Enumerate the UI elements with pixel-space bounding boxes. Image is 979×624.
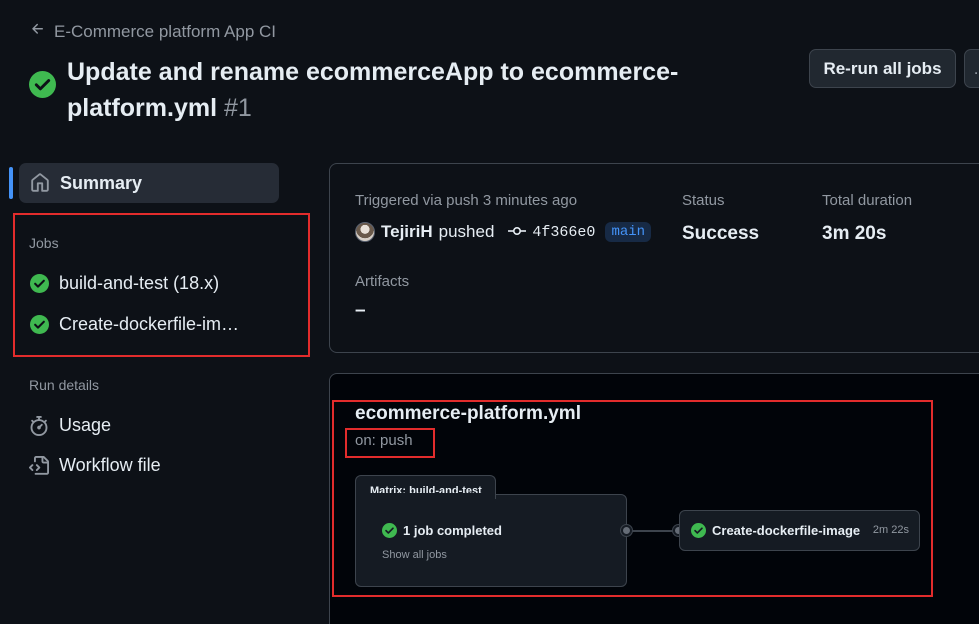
artifacts-label: Artifacts	[355, 273, 410, 290]
artifacts-value: –	[355, 300, 366, 321]
file-code-icon	[29, 455, 49, 476]
actor-row: TejiriH pushed 4f366e0 main	[355, 222, 652, 242]
commit-sha-link[interactable]: 4f366e0	[532, 224, 595, 241]
git-commit-icon	[508, 224, 527, 241]
rerun-all-jobs-button[interactable]: Re-run all jobs	[809, 49, 956, 88]
annotation-box-jobs	[13, 213, 310, 357]
arrow-left-icon	[30, 21, 46, 42]
back-link[interactable]: E-Commerce platform App CI	[30, 21, 276, 42]
run-details-heading: Run details	[29, 377, 100, 393]
active-indicator	[9, 167, 13, 199]
sidebar-item-label: Workflow file	[59, 455, 161, 475]
back-link-label: E-Commerce platform App CI	[54, 21, 277, 41]
actor-link[interactable]: TejiriH	[381, 222, 433, 242]
home-icon	[31, 173, 49, 192]
status-value: Success	[682, 223, 760, 244]
run-title: Update and rename ecommerceApp to ecomme…	[67, 58, 679, 122]
sidebar-item-workflow-file[interactable]: Workflow file	[29, 455, 161, 476]
duration-label: Total duration	[822, 192, 913, 209]
duration-value: 3m 20s	[822, 223, 887, 244]
annotation-box-trigger	[345, 428, 435, 458]
status-label: Status	[682, 192, 725, 209]
action-text: pushed	[438, 222, 495, 241]
sidebar-item-usage[interactable]: Usage	[29, 415, 111, 436]
sidebar-item-label: Usage	[59, 415, 112, 435]
sidebar-item-label: Summary	[60, 172, 143, 193]
run-number: #1	[223, 94, 252, 122]
page-title: Update and rename ecommerceApp to ecomme…	[67, 54, 787, 126]
stopwatch-icon	[29, 415, 49, 436]
trigger-text: Triggered via push 3 minutes ago	[355, 192, 578, 209]
more-actions-button[interactable]: …	[964, 49, 979, 88]
sidebar-item-summary[interactable]: Summary	[19, 163, 279, 203]
kebab-icon: …	[973, 59, 979, 79]
check-circle-icon	[29, 71, 56, 98]
branch-badge[interactable]: main	[605, 222, 652, 242]
avatar[interactable]	[355, 222, 375, 242]
